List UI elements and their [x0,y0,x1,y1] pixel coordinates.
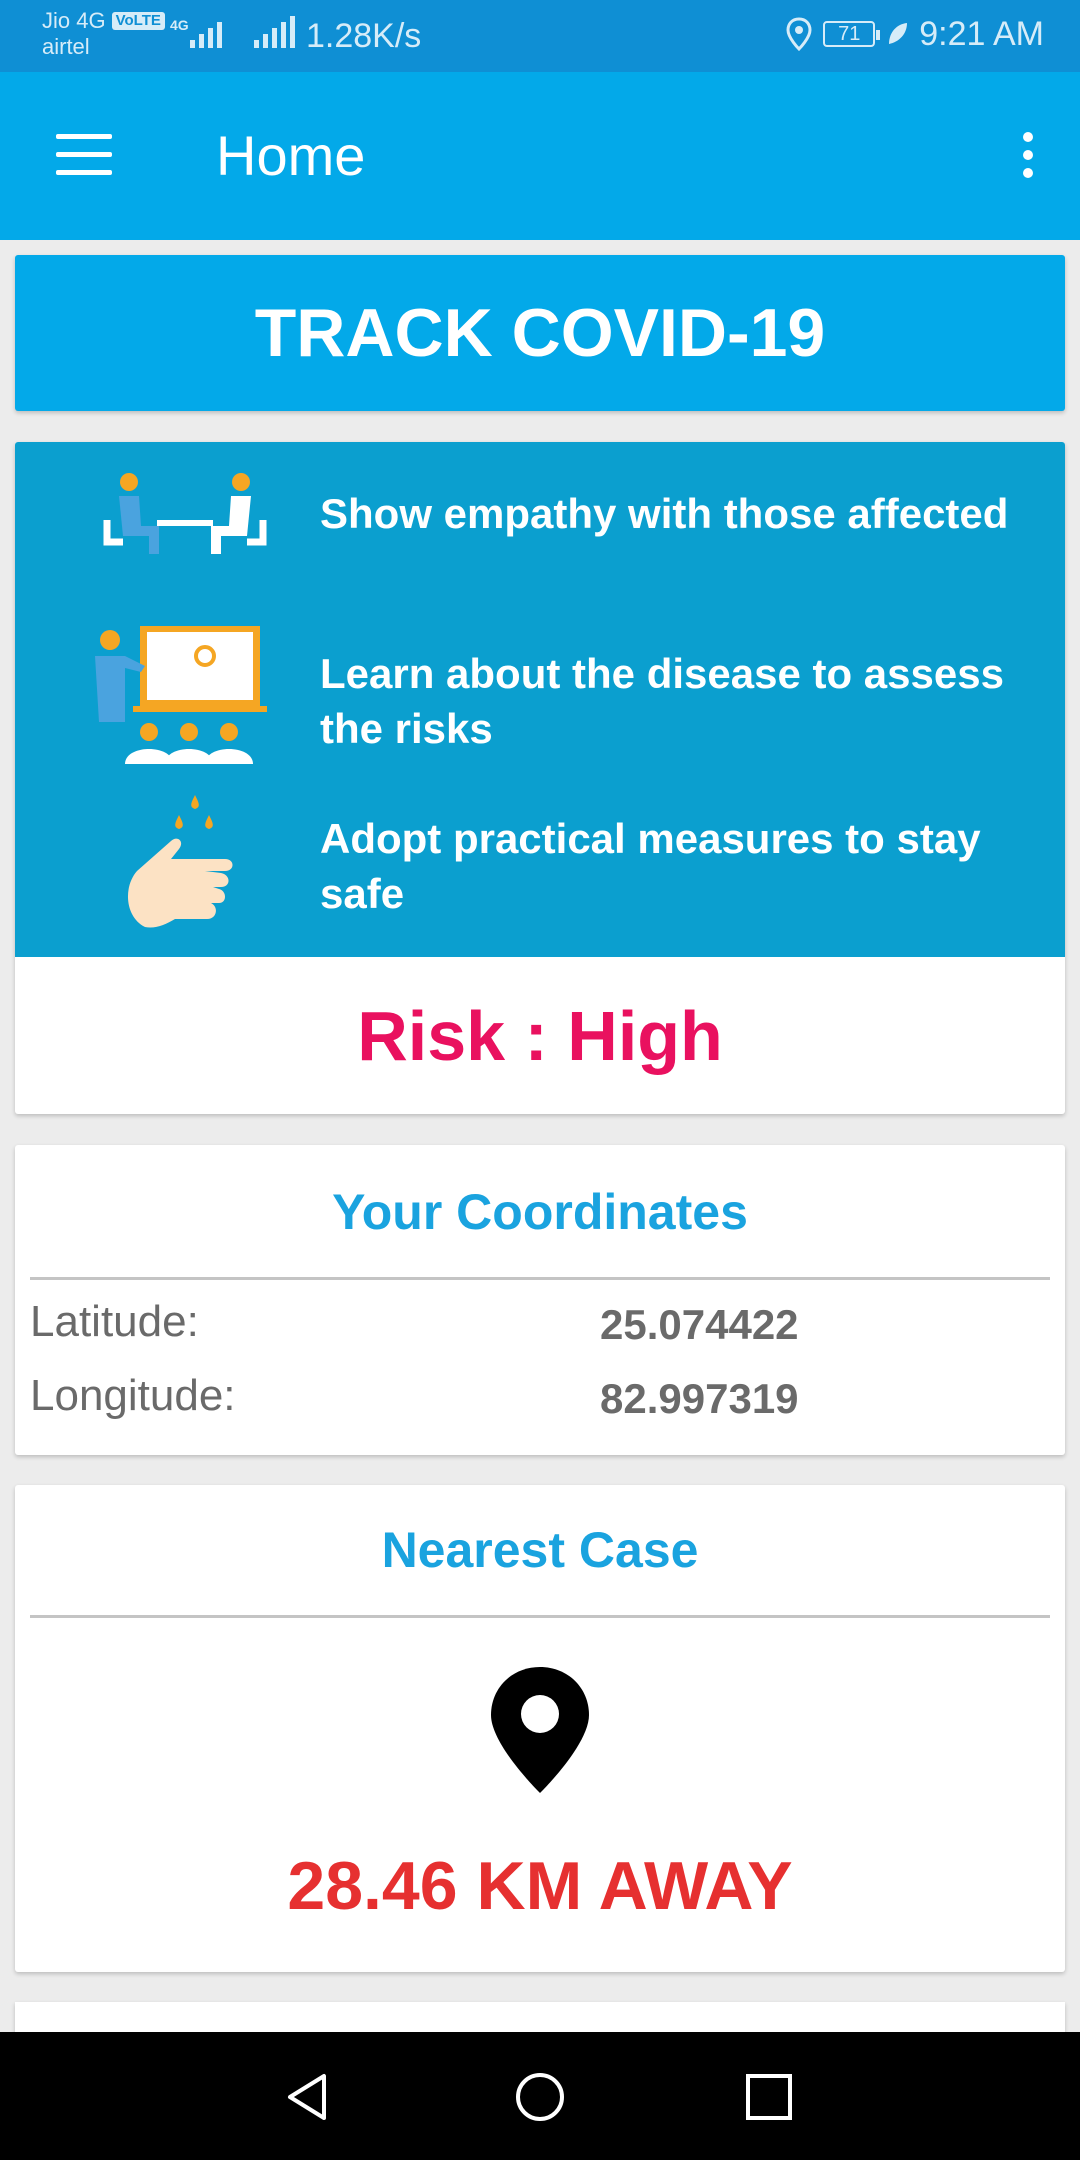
carrier-info: Jio 4G VoLTE airtel [42,8,165,60]
info-card: Show empathy with those affected Learn a… [15,442,1065,1114]
tip-item: Learn about the disease to assess the ri… [15,622,1065,772]
latitude-label: Latitude: [30,1297,199,1346]
app-bar: Home [0,72,1080,240]
signal-icon-2 [254,16,295,48]
latitude-value: 25.074422 [600,1301,799,1348]
nearest-case-card: Nearest Case 28.46 KM AWAY [15,1485,1065,1972]
tip-text: Show empathy with those affected [320,490,1009,537]
clock: 9:21 AM [919,15,1044,53]
carrier-primary: Jio 4G [42,8,106,33]
tip-item: Adopt practical measures to stay safe [15,787,1065,937]
longitude-value: 82.997319 [600,1375,799,1422]
risk-level: Risk : High [357,996,723,1075]
coordinates-card: Your Coordinates Latitude: 25.074422 Lon… [15,1145,1065,1455]
tip-text: Learn about the disease to assess the ri… [320,650,1004,752]
coordinates-title: Your Coordinates [332,1184,748,1240]
back-icon[interactable] [282,2070,336,2124]
nearest-case-title: Nearest Case [381,1522,699,1578]
nearest-case-distance: 28.46 KM AWAY [287,1848,793,1924]
location-pin-icon [491,1667,589,1793]
carrier-secondary: airtel [42,34,90,59]
divider [30,1615,1050,1618]
presentation-icon [95,626,267,764]
divider [30,1277,1050,1280]
network-speed: 1.28K/s [306,17,422,55]
battery-icon: 71 [823,21,881,47]
tip-item: Show empathy with those affected [15,462,1065,612]
longitude-label: Longitude: [30,1371,236,1420]
volte-badge: VoLTE [111,12,165,30]
handwash-icon [127,795,233,928]
navigation-bar [0,2032,1080,2160]
page-title: Home [216,124,366,187]
network-type-label: 4G [170,17,189,33]
hamburger-menu-icon[interactable] [56,134,112,176]
leaf-icon [889,23,908,44]
home-icon[interactable] [513,2070,567,2124]
people-table-icon [103,473,267,554]
signal-icon [190,16,222,48]
tip-text: Adopt practical measures to stay safe [320,815,981,917]
location-icon [786,17,812,51]
recents-icon[interactable] [742,2070,796,2124]
status-right: 71 9:21 AM [785,14,1044,54]
track-covid-banner: TRACK COVID-19 [15,255,1065,411]
status-bar: Jio 4G VoLTE airtel 4G 1.28K/s 71 9:21 A… [0,0,1080,72]
tips-panel: Show empathy with those affected Learn a… [15,442,1065,957]
overflow-menu-icon[interactable] [1020,132,1036,180]
